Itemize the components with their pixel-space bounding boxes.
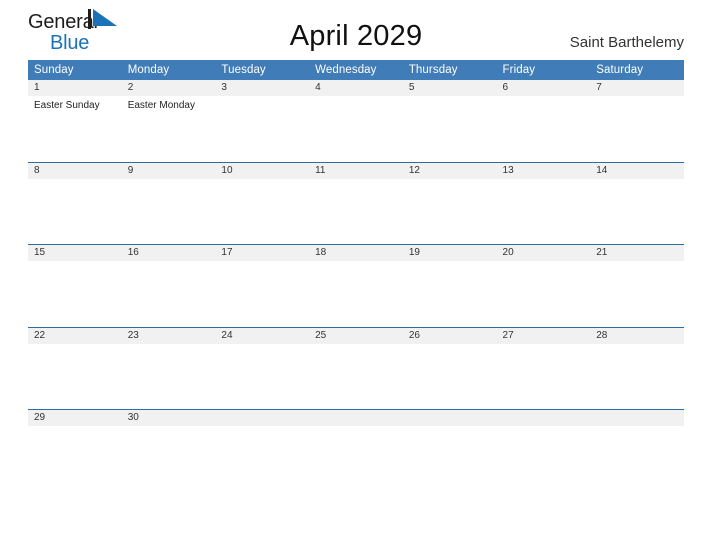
- day-cell[interactable]: [590, 343, 684, 410]
- day-cell[interactable]: [590, 96, 684, 162]
- day-number-cell[interactable]: 8: [28, 161, 122, 179]
- calendar-week-numbers-row: 8 9 10 11 12 13 14: [28, 161, 684, 179]
- region-label: Saint Barthelemy: [569, 34, 684, 51]
- day-cell[interactable]: [496, 261, 591, 327]
- calendar-week-events-row: [28, 426, 684, 454]
- day-cell[interactable]: [496, 343, 591, 410]
- day-number-cell[interactable]: 9: [121, 161, 216, 179]
- day-number-cell[interactable]: [309, 409, 403, 426]
- day-number-cell[interactable]: 13: [496, 161, 591, 179]
- calendar-header-row: Sunday Monday Tuesday Wednesday Thursday…: [28, 60, 684, 80]
- day-number-cell[interactable]: 19: [402, 244, 497, 261]
- day-event: Easter Monday: [127, 100, 195, 111]
- day-cell[interactable]: [121, 178, 216, 245]
- day-cell[interactable]: [215, 426, 310, 454]
- weekday-header-tuesday: Tuesday: [215, 60, 310, 80]
- day-number-cell[interactable]: 5: [402, 80, 497, 96]
- day-number-cell[interactable]: [496, 409, 591, 426]
- calendar-page: General Blue April 2029 Saint Barthelemy…: [0, 0, 712, 550]
- day-cell[interactable]: [309, 426, 403, 454]
- day-number-cell[interactable]: 28: [590, 326, 684, 344]
- brand-logo[interactable]: General Blue: [28, 0, 148, 53]
- calendar-week-events-row: Easter Sunday Easter Monday: [28, 96, 684, 162]
- weekday-header-thursday: Thursday: [402, 60, 497, 80]
- day-cell[interactable]: [309, 96, 403, 162]
- day-cell[interactable]: [28, 343, 122, 410]
- day-number-cell[interactable]: 22: [28, 326, 122, 344]
- day-cell[interactable]: [121, 343, 216, 410]
- brand-name-blue: Blue: [50, 32, 90, 54]
- day-number-cell[interactable]: 27: [496, 326, 591, 344]
- day-number-cell[interactable]: 24: [215, 326, 310, 344]
- weekday-header-wednesday: Wednesday: [309, 60, 403, 80]
- day-number-cell[interactable]: 23: [121, 326, 216, 344]
- weekday-header-sunday: Sunday: [28, 60, 122, 80]
- day-number-cell[interactable]: [402, 409, 497, 426]
- day-cell[interactable]: [121, 261, 216, 327]
- day-number-cell[interactable]: [215, 409, 310, 426]
- weekday-header-friday: Friday: [496, 60, 591, 80]
- calendar-week-numbers-row: 22 23 24 25 26 27 28: [28, 326, 684, 344]
- day-cell[interactable]: [309, 261, 403, 327]
- day-number-cell[interactable]: 18: [309, 244, 403, 261]
- weekday-header-saturday: Saturday: [590, 60, 684, 80]
- day-cell[interactable]: [402, 261, 497, 327]
- calendar-week-events-row: [28, 261, 684, 327]
- calendar-body: 1 2 3 4 5 6 7 Easter Sunday Easter Monday 8 9 10 11 1…: [28, 80, 684, 454]
- day-number-cell[interactable]: 30: [121, 409, 216, 426]
- calendar-week-numbers-row: 15 16 17 18 19 20 21: [28, 244, 684, 261]
- day-cell[interactable]: [402, 96, 497, 162]
- day-number-cell[interactable]: 7: [590, 80, 684, 96]
- day-cell[interactable]: [402, 343, 497, 410]
- day-cell[interactable]: [402, 426, 497, 454]
- day-number-cell[interactable]: 29: [28, 409, 122, 426]
- day-cell[interactable]: [590, 426, 684, 454]
- day-number-cell[interactable]: 4: [309, 80, 403, 96]
- calendar-week-numbers-row: 1234567: [28, 80, 684, 96]
- day-cell[interactable]: Easter Monday: [121, 96, 216, 162]
- page-header: General Blue April 2029 Saint Barthelemy: [28, 0, 684, 56]
- day-cell[interactable]: [28, 178, 122, 245]
- calendar-week-numbers-row: 29 30: [28, 409, 684, 426]
- day-cell[interactable]: [28, 261, 122, 327]
- day-cell[interactable]: [215, 96, 310, 162]
- day-cell[interactable]: [309, 178, 403, 245]
- day-cell[interactable]: [215, 178, 310, 245]
- blue-triangle-flag-icon: [88, 9, 119, 29]
- day-number-cell[interactable]: 15: [28, 244, 122, 261]
- day-cell[interactable]: [121, 426, 216, 454]
- day-number-cell[interactable]: 6: [496, 80, 591, 96]
- day-number-cell[interactable]: 10: [215, 161, 310, 179]
- day-cell[interactable]: [402, 178, 497, 245]
- day-cell[interactable]: [496, 178, 591, 245]
- day-cell[interactable]: [590, 178, 684, 245]
- day-cell[interactable]: [590, 261, 684, 327]
- day-number-cell[interactable]: 25: [309, 326, 403, 344]
- weekday-header-monday: Monday: [121, 60, 216, 80]
- day-cell[interactable]: [215, 261, 310, 327]
- day-number-cell[interactable]: 16: [121, 244, 216, 261]
- day-cell[interactable]: Easter Sunday: [28, 96, 122, 162]
- day-number-cell[interactable]: 14: [590, 161, 684, 179]
- calendar-week-events-row: [28, 178, 684, 245]
- day-number-cell[interactable]: 12: [402, 161, 497, 179]
- day-event: Easter Sunday: [34, 100, 100, 111]
- day-number-cell[interactable]: 20: [496, 244, 591, 261]
- day-number-cell[interactable]: 2: [121, 80, 216, 96]
- day-cell[interactable]: [28, 426, 122, 454]
- calendar-table: Sunday Monday Tuesday Wednesday Thursday…: [28, 60, 684, 454]
- day-number-cell[interactable]: 26: [402, 326, 497, 344]
- calendar-week-events-row: [28, 343, 684, 410]
- day-number-cell[interactable]: 1: [28, 80, 122, 96]
- day-cell[interactable]: [215, 343, 310, 410]
- day-number-cell[interactable]: [590, 409, 684, 426]
- day-cell[interactable]: [496, 426, 591, 454]
- day-number-cell[interactable]: 3: [215, 80, 310, 96]
- day-number-cell[interactable]: 17: [215, 244, 310, 261]
- day-number-cell[interactable]: 11: [309, 161, 403, 179]
- day-cell[interactable]: [309, 343, 403, 410]
- day-number-cell[interactable]: 21: [590, 244, 684, 261]
- day-cell[interactable]: [496, 96, 591, 162]
